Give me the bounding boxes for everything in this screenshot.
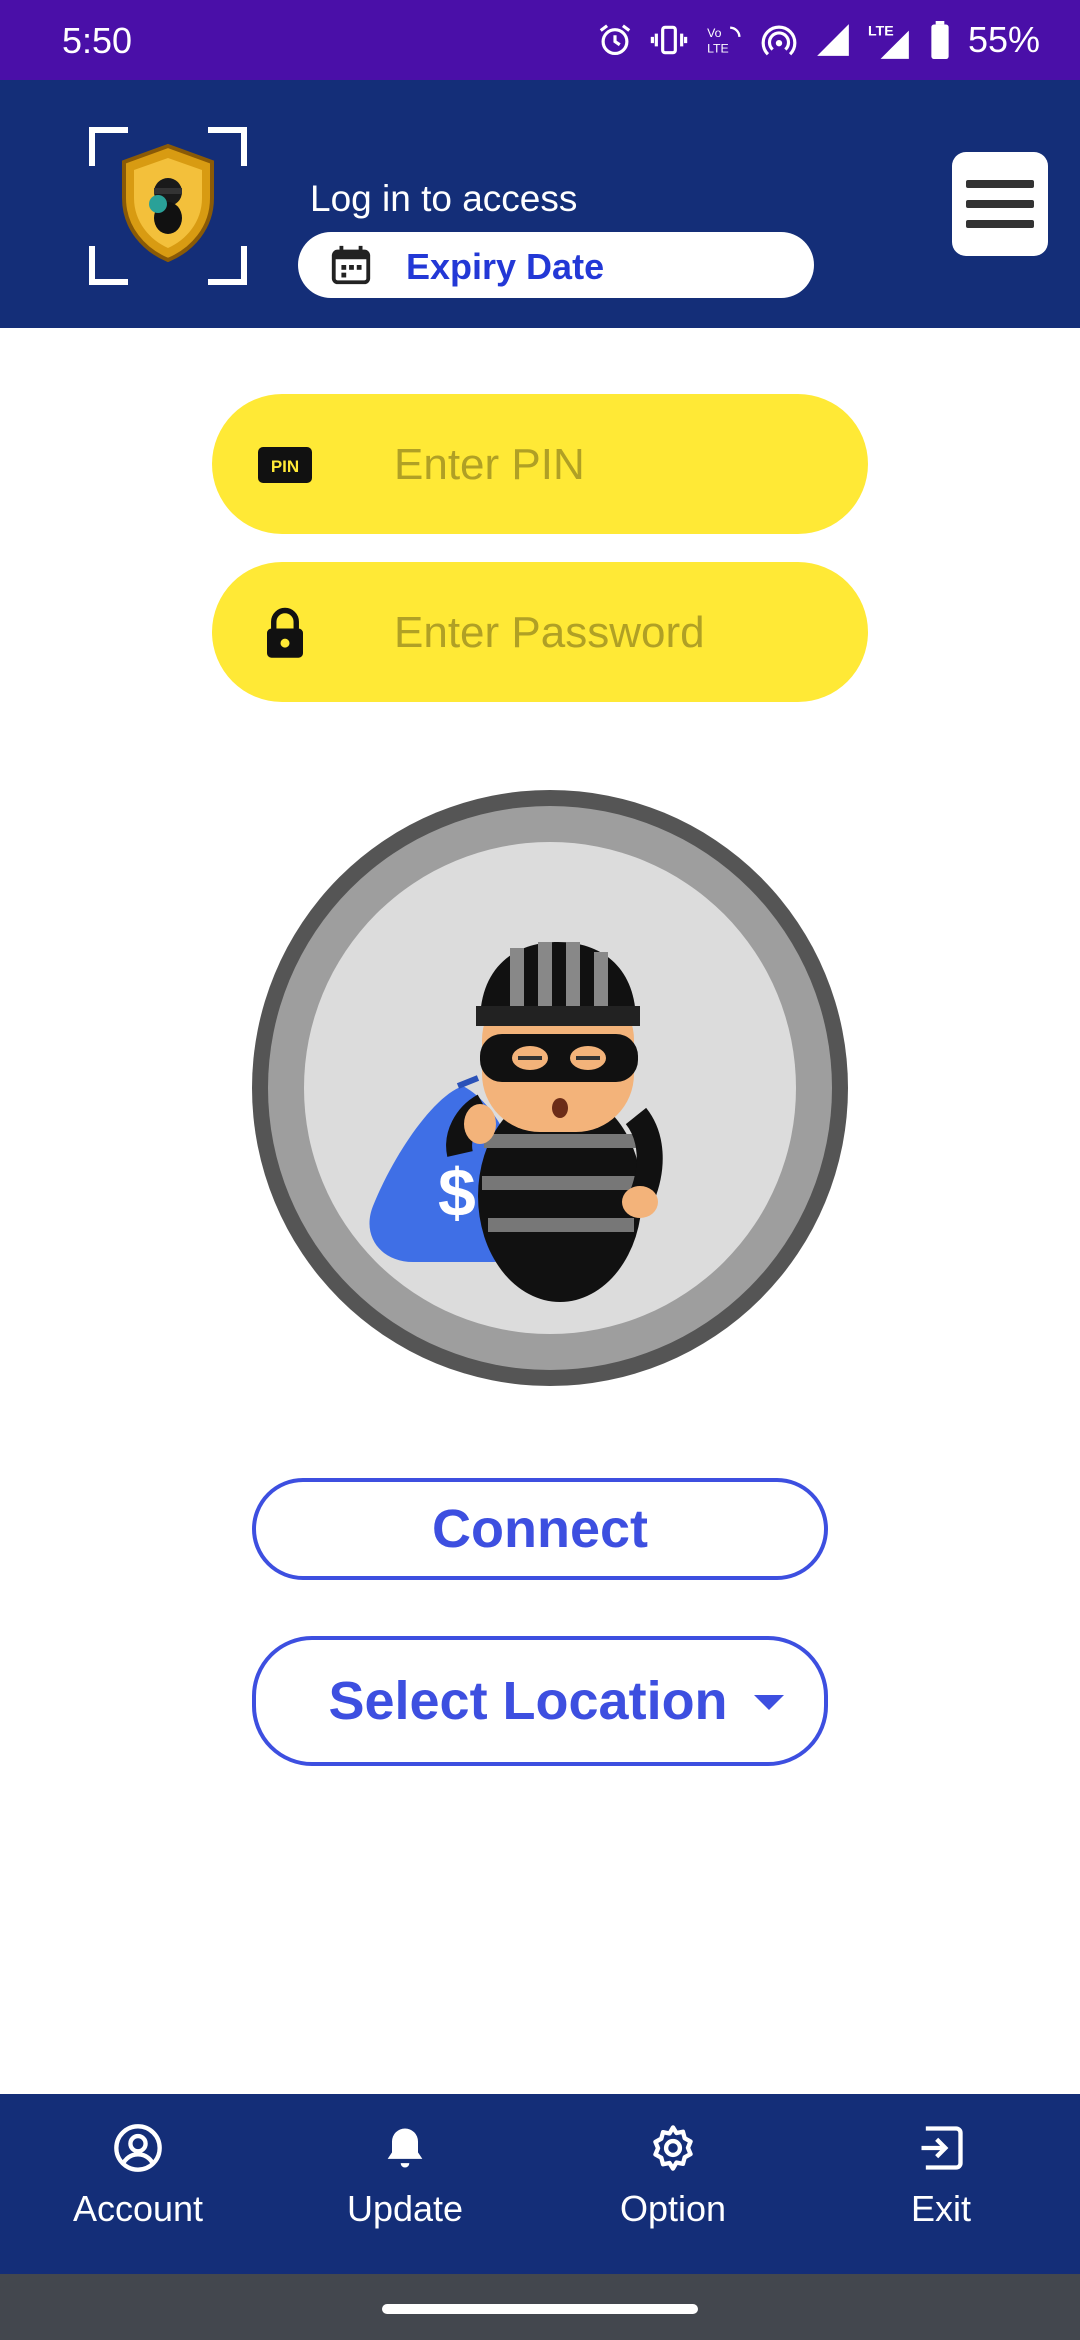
lte-signal-icon: LTE [868, 22, 909, 59]
menu-icon-bar [966, 220, 1034, 228]
nav-option-label: Option [619, 2188, 727, 2229]
exit-icon [921, 2126, 963, 2170]
bell-icon [387, 2128, 423, 2168]
pin-icon: PIN [258, 438, 312, 492]
hamburger-menu-button[interactable] [952, 152, 1048, 256]
connect-button[interactable]: Connect [252, 1478, 828, 1580]
account-circle-icon [114, 2124, 162, 2172]
select-location-label: Select Location [328, 1671, 728, 1731]
volte-icon: VoLTE [707, 26, 741, 55]
status-time: 5:50 [62, 20, 133, 61]
chevron-down-icon [754, 1695, 784, 1710]
expiry-date-label: Expiry Date [406, 246, 605, 287]
calendar-icon [328, 242, 374, 293]
app-header: Log in to access Expiry Date [0, 80, 1080, 328]
menu-icon-bar [966, 180, 1034, 188]
login-status-text: Log in to access [310, 178, 578, 219]
pin-field[interactable]: PIN [212, 394, 868, 534]
password-field[interactable] [212, 562, 868, 702]
nav-exit[interactable]: Exit [841, 2122, 1041, 2230]
alarm-icon [599, 24, 631, 56]
home-gesture-handle[interactable] [382, 2304, 698, 2314]
status-bar: 5:50 Vo LTE LTE 55% [0, 0, 1080, 80]
pin-input[interactable] [392, 429, 836, 501]
nav-option[interactable]: Option [573, 2122, 773, 2230]
select-location-dropdown[interactable]: Select Location [252, 1636, 828, 1766]
nav-update[interactable]: Update [305, 2122, 505, 2230]
bottom-navigation: Account Update Option Exit [0, 2094, 1080, 2274]
expiry-date-pill: Expiry Date [298, 232, 814, 298]
shield-logo-icon [89, 127, 247, 285]
svg-text:$: $ [438, 1155, 476, 1231]
svg-text:Vo: Vo [707, 26, 722, 40]
pin-icon-text: PIN [271, 457, 299, 476]
status-icons: Vo LTE LTE 55% [596, 14, 1040, 66]
menu-icon-bar [966, 200, 1034, 208]
lock-icon [258, 606, 312, 660]
nav-exit-label: Exit [910, 2188, 971, 2229]
password-input[interactable] [392, 597, 836, 669]
app-logo [88, 126, 248, 286]
vibrate-icon [650, 25, 688, 55]
gear-icon [653, 2125, 693, 2171]
battery-percentage: 55% [967, 19, 1040, 60]
signal-icon [817, 24, 849, 56]
nav-account-label: Account [72, 2188, 204, 2229]
nav-account[interactable]: Account [38, 2122, 238, 2230]
svg-text:LTE: LTE [868, 22, 894, 38]
battery-icon [931, 21, 949, 59]
hotspot-icon [761, 25, 797, 56]
nav-update-label: Update [346, 2188, 464, 2229]
svg-text:LTE: LTE [707, 41, 729, 55]
system-gesture-bar [0, 2274, 1080, 2340]
robber-illustration: $ [248, 786, 852, 1390]
connect-label: Connect [432, 1499, 648, 1559]
